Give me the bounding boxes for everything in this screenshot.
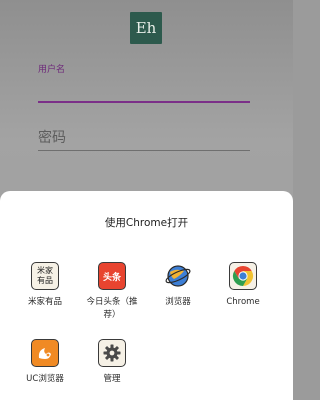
app-label: 米家有品 <box>27 297 62 307</box>
app-toutiao[interactable]: 头条 今日头条（推荐） <box>82 262 142 322</box>
app-manage[interactable]: 管理 <box>82 339 142 386</box>
password-field[interactable]: 密码 <box>38 127 66 147</box>
app-label: 浏览器 <box>165 297 191 307</box>
toutiao-icon: 头条 <box>98 262 126 290</box>
app-label: 今日头条（推荐） <box>86 297 138 320</box>
username-label: 用户名 <box>38 65 66 75</box>
app-label: 管理 <box>103 374 121 384</box>
app-mijia-youpin[interactable]: 米家有品 米家有品 <box>15 262 75 309</box>
mijia-youpin-icon: 米家有品 <box>31 262 59 290</box>
gear-icon <box>98 339 126 367</box>
app-uc-browser[interactable]: UC浏览器 <box>15 339 75 386</box>
app-logo: Eh <box>130 12 162 44</box>
app-browser[interactable]: 浏览器 <box>148 262 208 309</box>
browser-icon <box>164 262 192 290</box>
app-chrome[interactable]: Chrome <box>213 262 273 309</box>
mijia-youpin-icon-text: 米家有品 <box>37 266 53 285</box>
chrome-icon <box>229 262 257 290</box>
password-underline <box>38 150 250 151</box>
app-label: UC浏览器 <box>26 374 64 384</box>
app-label: Chrome <box>226 297 260 307</box>
app-logo-text: Eh <box>135 19 157 37</box>
username-field[interactable] <box>38 101 250 103</box>
share-sheet-title: 使用Chrome打开 <box>104 217 189 229</box>
toutiao-icon-text: 头条 <box>102 272 121 283</box>
uc-browser-icon <box>31 339 59 367</box>
